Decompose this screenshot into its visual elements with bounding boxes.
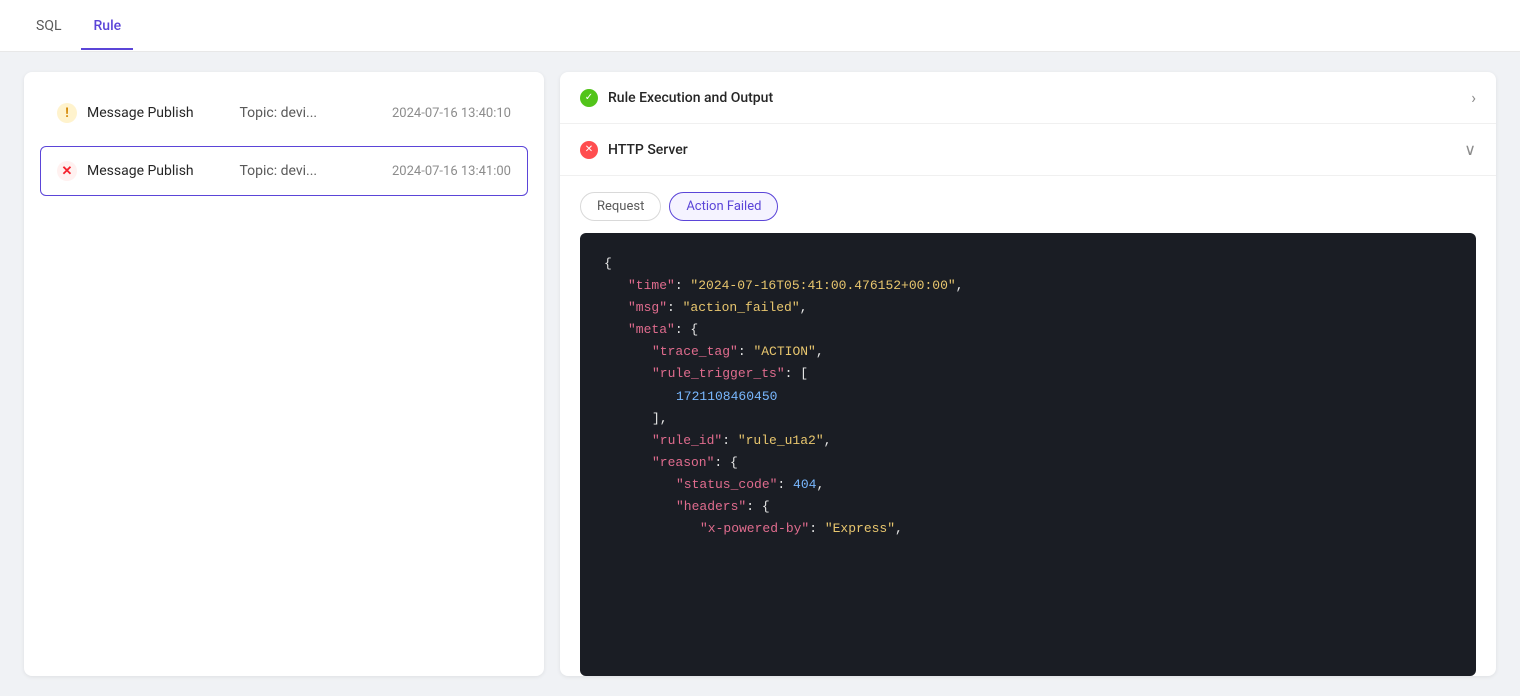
error-icon-http: ✕ bbox=[580, 141, 598, 159]
message-item-1[interactable]: ! Message Publish Topic: devi... 2024-07… bbox=[40, 88, 528, 138]
rule-execution-header[interactable]: ✓ Rule Execution and Output › bbox=[560, 72, 1496, 124]
message-label-1: Message Publish bbox=[87, 105, 230, 121]
top-tabs-bar: SQL Rule bbox=[0, 0, 1520, 52]
right-panel: ✓ Rule Execution and Output › ✕ HTTP Ser… bbox=[560, 72, 1496, 676]
message-time-2: 2024-07-16 13:41:00 bbox=[392, 164, 511, 179]
main-content: ! Message Publish Topic: devi... 2024-07… bbox=[0, 52, 1520, 696]
code-block[interactable]: { "time": "2024-07-16T05:41:00.476152+00… bbox=[580, 233, 1476, 676]
content-tabs: Request Action Failed bbox=[560, 176, 1496, 221]
tab-request[interactable]: Request bbox=[580, 192, 661, 221]
left-panel: ! Message Publish Topic: devi... 2024-07… bbox=[24, 72, 544, 676]
tab-rule[interactable]: Rule bbox=[81, 2, 133, 50]
message-time-1: 2024-07-16 13:40:10 bbox=[392, 106, 511, 121]
http-server-title: HTTP Server bbox=[608, 142, 688, 158]
tab-sql[interactable]: SQL bbox=[24, 2, 73, 50]
rule-execution-left: ✓ Rule Execution and Output bbox=[580, 89, 773, 107]
warn-icon: ! bbox=[57, 103, 77, 123]
success-icon: ✓ bbox=[580, 89, 598, 107]
message-item-2[interactable]: ✕ Message Publish Topic: devi... 2024-07… bbox=[40, 146, 528, 196]
message-topic-2: Topic: devi... bbox=[240, 163, 383, 179]
tab-action-failed[interactable]: Action Failed bbox=[669, 192, 778, 221]
error-icon-2: ✕ bbox=[57, 161, 77, 181]
chevron-right-icon: › bbox=[1471, 88, 1476, 107]
message-label-2: Message Publish bbox=[87, 163, 230, 179]
http-server-left: ✕ HTTP Server bbox=[580, 141, 688, 159]
rule-execution-title: Rule Execution and Output bbox=[608, 90, 773, 106]
http-server-header[interactable]: ✕ HTTP Server ∨ bbox=[560, 124, 1496, 176]
message-topic-1: Topic: devi... bbox=[240, 105, 383, 121]
chevron-down-icon: ∨ bbox=[1464, 140, 1476, 159]
